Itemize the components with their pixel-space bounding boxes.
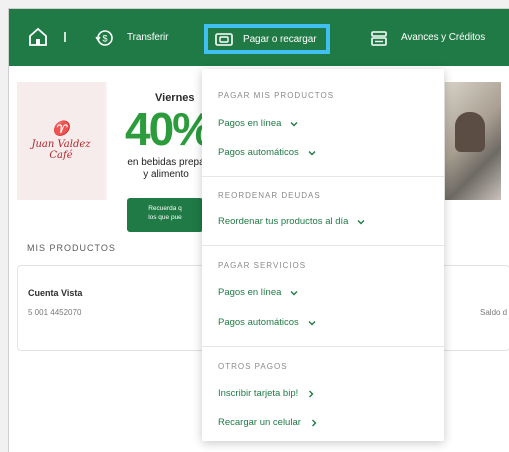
transfer-icon: $ (95, 28, 115, 48)
dropdown-heading-reordenar-deudas: REORDENAR DEUDAS (218, 191, 321, 200)
menu-item-servicios-pagos-en-linea[interactable]: Pagos en línea (218, 287, 298, 298)
promo-percent: 40% (125, 103, 213, 155)
promo-photo (445, 82, 501, 200)
svg-text:$: $ (103, 33, 108, 43)
dropdown-divider (202, 176, 444, 177)
nav-pagar-label: Pagar o recargar (243, 33, 317, 45)
dropdown-heading-pagar-mis-productos: PAGAR MIS PRODUCTOS (218, 91, 335, 100)
account-number: 5 001 4452070 (28, 308, 82, 317)
chevron-right-icon (310, 419, 318, 427)
chevron-down-icon (308, 149, 316, 157)
products-section-title: MIS PRODUCTOS (27, 243, 116, 253)
dropdown-heading-otros-pagos: OTROS PAGOS (218, 362, 288, 371)
pagar-dropdown-menu: PAGAR MIS PRODUCTOS Pagos en línea Pagos… (202, 69, 444, 441)
nav-avances-label: Avances y Créditos (401, 32, 486, 43)
chevron-down-icon (357, 218, 365, 226)
brand-name: Juan Valdez Café (31, 139, 91, 161)
home-icon[interactable] (27, 26, 49, 48)
menu-item-reordenar-productos[interactable]: Reordenar tus productos al día (218, 216, 365, 227)
credit-icon (369, 28, 389, 48)
dropdown-divider (202, 245, 444, 246)
banner-cta-button[interactable]: Recuerda q los que pue (127, 198, 203, 232)
chevron-down-icon (290, 120, 298, 128)
menu-item-pagos-automaticos[interactable]: Pagos automáticos (218, 147, 316, 158)
pay-icon (214, 29, 234, 49)
chevron-right-icon (307, 390, 315, 398)
nav-transferir[interactable]: $ Transferir (95, 9, 169, 66)
top-navigation-bar: $ Transferir Pagar o recargar Avances y … (9, 9, 509, 66)
app-window: $ Transferir Pagar o recargar Avances y … (8, 8, 509, 452)
menu-item-recargar-celular[interactable]: Recargar un celular (218, 417, 318, 428)
dropdown-divider (202, 346, 444, 347)
chevron-down-icon (290, 289, 298, 297)
account-name: Cuenta Vista (28, 288, 83, 298)
nav-transferir-label: Transferir (127, 32, 169, 43)
menu-item-pagos-en-linea[interactable]: Pagos en línea (218, 118, 298, 129)
brand-logo: ♈ Juan Valdez Café (17, 82, 105, 200)
brand-mark-icon: ♈ (52, 121, 70, 137)
chevron-down-icon (308, 319, 316, 327)
saldo-label: Saldo d (480, 308, 508, 317)
menu-item-servicios-pagos-automaticos[interactable]: Pagos automáticos (218, 317, 316, 328)
nav-divider (64, 32, 66, 42)
nav-pagar-o-recargar[interactable]: Pagar o recargar (204, 24, 331, 54)
person-image (455, 112, 485, 152)
menu-item-inscribir-tarjeta-bip[interactable]: Inscribir tarjeta bip! (218, 388, 315, 399)
dropdown-heading-pagar-servicios: PAGAR SERVICIOS (218, 261, 307, 270)
promo-text-block: Viernes 40% en bebidas prepa y alimento (107, 82, 217, 200)
nav-avances-y-creditos[interactable]: Avances y Créditos (369, 9, 485, 66)
